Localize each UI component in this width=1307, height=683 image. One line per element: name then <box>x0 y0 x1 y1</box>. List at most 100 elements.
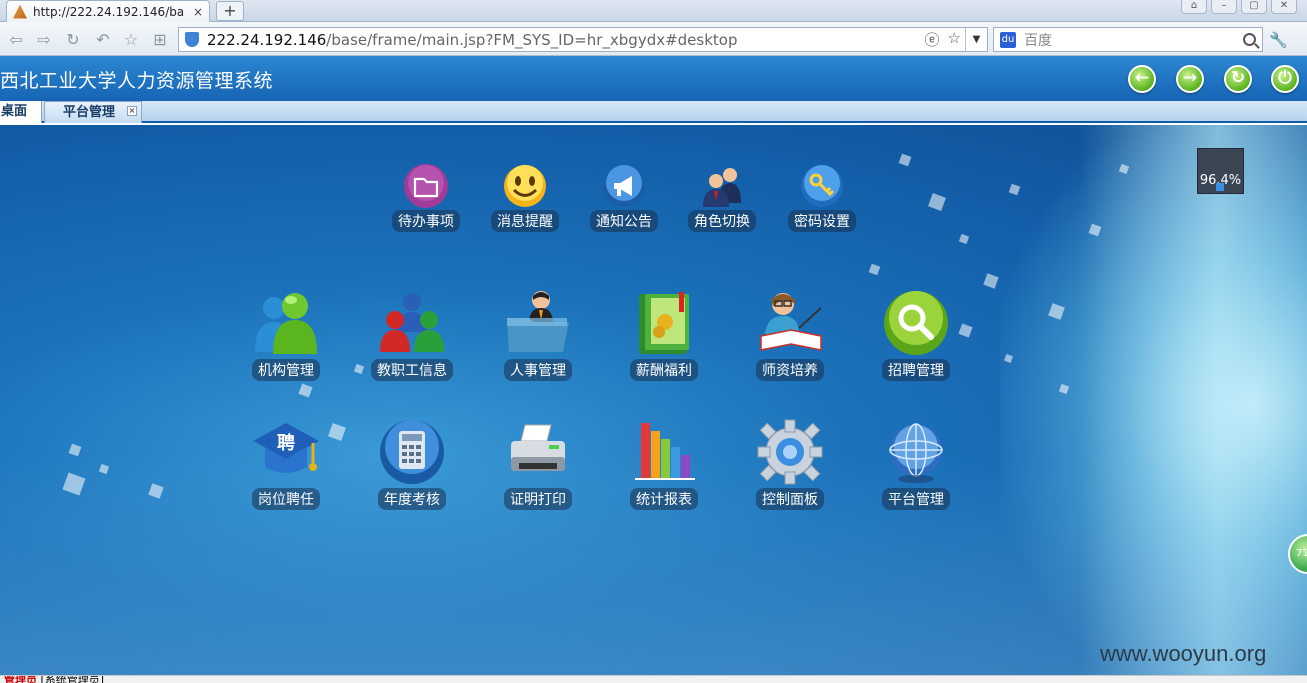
favicon-icon <box>13 4 27 19</box>
desktop-item-label: 密码设置 <box>788 210 856 232</box>
printer-icon <box>503 417 573 487</box>
smiley-icon <box>502 163 548 209</box>
gear-icon <box>755 417 825 487</box>
calculator-icon <box>377 417 447 487</box>
search-icon[interactable] <box>1243 33 1256 46</box>
header-power-icon[interactable]: ⏻ <box>1271 65 1299 93</box>
desktop-item-teacher-training[interactable]: 师资培养 <box>735 288 845 381</box>
app-tabbar: 桌面 平台管理 × <box>0 101 1307 123</box>
browser-tab-title: http://222.24.192.146/bas <box>33 4 183 19</box>
desktop-item-recruitment[interactable]: 招聘管理 <box>861 288 971 381</box>
desktop-item-label: 人事管理 <box>504 359 572 381</box>
teacher-icon <box>755 288 825 358</box>
window-close-icon[interactable]: ✕ <box>1271 0 1297 14</box>
header-forward-icon[interactable]: → <box>1176 65 1204 93</box>
url-host: 222.24.192.146 <box>207 30 327 49</box>
bookmark-star-icon[interactable]: ☆ <box>121 30 141 50</box>
desktop-item-label: 岗位聘任 <box>252 488 320 510</box>
desktop-item-role-switch[interactable]: 角色切换 <box>667 163 777 232</box>
status-user: 管理员 <box>4 675 37 683</box>
performance-bar <box>1216 183 1224 191</box>
desktop-item-salary[interactable]: 薪酬福利 <box>609 288 719 381</box>
compat-mode-icon[interactable]: ⓔ <box>925 29 940 50</box>
desktop-item-label: 年度考核 <box>378 488 446 510</box>
url-path: /base/frame/main.jsp?FM_SYS_ID=hr_xbgydx… <box>326 30 738 49</box>
desktop-item-notices[interactable]: 通知公告 <box>569 163 679 232</box>
status-role: [系统管理员] <box>40 675 105 683</box>
header-back-icon[interactable]: ← <box>1128 65 1156 93</box>
app-header: 西北工业大学人力资源管理系统 ← → ↻ ⏻ <box>0 56 1307 101</box>
desktop-item-label: 招聘管理 <box>882 359 950 381</box>
desktop-item-label: 统计报表 <box>630 488 698 510</box>
desktop-item-label: 待办事项 <box>392 210 460 232</box>
reload-icon[interactable]: ↻ <box>63 30 83 50</box>
desktop-item-todo[interactable]: 待办事项 <box>371 163 481 232</box>
address-bar[interactable]: 222.24.192.146/base/frame/main.jsp?FM_SY… <box>178 27 988 52</box>
desktop-item-personnel[interactable]: 人事管理 <box>483 288 593 381</box>
folder-icon <box>403 163 449 209</box>
window-minimize-icon[interactable]: – <box>1211 0 1237 14</box>
bar-chart-icon <box>629 417 699 487</box>
desktop-item-messages[interactable]: 消息提醒 <box>470 163 580 232</box>
desktop-item-annual-review[interactable]: 年度考核 <box>357 417 467 510</box>
url-dropdown-icon[interactable]: ▼ <box>965 28 987 51</box>
favorite-star-icon[interactable]: ☆ <box>948 29 961 50</box>
window-menu-icon[interactable]: ⌂ <box>1181 0 1207 14</box>
desktop-item-staff-info[interactable]: 教职工信息 <box>357 288 467 381</box>
window-maximize-icon[interactable]: ▢ <box>1241 0 1267 14</box>
messenger-icon <box>251 288 321 358</box>
app-title: 西北工业大学人力资源管理系统 <box>0 70 274 92</box>
desktop-item-label: 薪酬福利 <box>630 359 698 381</box>
desktop-item-org-management[interactable]: 机构管理 <box>231 288 341 381</box>
salary-book-icon <box>629 288 699 358</box>
performance-meter[interactable]: 96.4% <box>1197 148 1244 194</box>
desktop-item-label: 角色切换 <box>688 210 756 232</box>
desktop-item-post-appointment[interactable]: 聘 岗位聘任 <box>231 417 341 510</box>
staff-icon <box>377 288 447 358</box>
tab-label: 平台管理 <box>63 105 116 120</box>
browser-tabstrip: http://222.24.192.146/bas × + ⌂ – ▢ ✕ <box>0 0 1307 22</box>
desktop-item-label: 消息提醒 <box>491 210 559 232</box>
megaphone-icon <box>601 163 647 209</box>
undo-icon[interactable]: ↶ <box>93 30 113 50</box>
personnel-folder-icon <box>503 288 573 358</box>
desktop-item-statistics[interactable]: 统计报表 <box>609 417 719 510</box>
security-shield-icon <box>185 32 199 47</box>
desktop-item-label: 平台管理 <box>882 488 950 510</box>
status-bar: 管理员 [系统管理员] <box>0 675 1307 683</box>
desktop-item-password[interactable]: 密码设置 <box>767 163 877 232</box>
desktop-item-label: 机构管理 <box>252 359 320 381</box>
tab-platform-management[interactable]: 平台管理 × <box>44 101 142 123</box>
desktop-item-certificate-print[interactable]: 证明打印 <box>483 417 593 510</box>
tab-close-icon[interactable]: × <box>127 106 137 116</box>
desktop-item-label: 控制面板 <box>756 488 824 510</box>
header-refresh-icon[interactable]: ↻ <box>1224 65 1252 93</box>
browser-navbar: ⇦ ⇨ ↻ ↶ ☆ ⊞ 222.24.192.146/base/frame/ma… <box>0 22 1307 56</box>
search-box[interactable]: du 百度 <box>993 27 1263 52</box>
forward-arrow-icon[interactable]: ⇨ <box>34 30 54 50</box>
back-arrow-icon[interactable]: ⇦ <box>6 30 26 50</box>
desktop-item-platform-management[interactable]: 平台管理 <box>861 417 971 510</box>
users-icon <box>699 163 745 209</box>
globe-icon <box>881 417 951 487</box>
window-controls: ⌂ – ▢ ✕ <box>1181 0 1297 14</box>
search-input[interactable]: 百度 <box>1024 30 1052 50</box>
watermark: www.wooyun.org <box>1100 641 1267 666</box>
new-tab-button[interactable]: + <box>216 1 244 21</box>
desktop-area: 待办事项 消息提醒 通知公告 角色切换 密码设置 机构管理 教职工信息 人事管理… <box>0 125 1307 675</box>
desktop-item-label: 教职工信息 <box>371 359 453 381</box>
desktop-item-label: 师资培养 <box>756 359 824 381</box>
browser-tab[interactable]: http://222.24.192.146/bas × <box>6 0 210 22</box>
hire-glyph: 聘 <box>277 432 295 454</box>
apps-grid-icon[interactable]: ⊞ <box>150 30 170 50</box>
desktop-item-label: 证明打印 <box>504 488 572 510</box>
tab-desktop[interactable]: 桌面 <box>0 101 42 123</box>
browser-tab-close-icon[interactable]: × <box>193 5 203 19</box>
magnifier-icon <box>881 288 951 358</box>
baidu-logo-icon: du <box>1000 31 1016 48</box>
desktop-item-label: 通知公告 <box>590 210 658 232</box>
desktop-item-control-panel[interactable]: 控制面板 <box>735 417 845 510</box>
key-icon <box>799 163 845 209</box>
hire-cap-icon: 聘 <box>251 417 321 487</box>
tools-wrench-icon[interactable]: 🔧 <box>1269 31 1299 49</box>
